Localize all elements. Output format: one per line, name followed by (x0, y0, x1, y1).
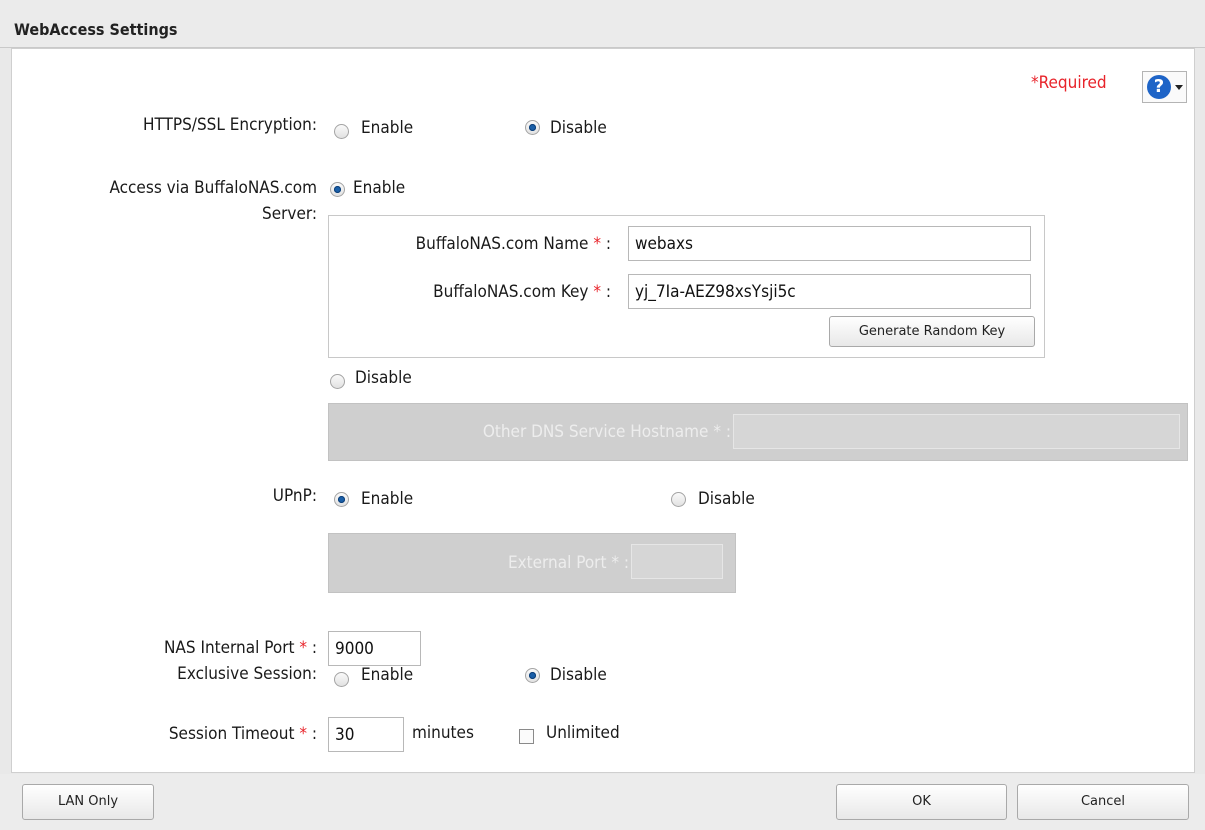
external-port-label: External Port * : (507, 553, 629, 573)
other-dns-label: Other DNS Service Hostname * : (482, 422, 731, 442)
https-disable-radio[interactable] (525, 120, 540, 135)
buffalo-disable-label: Disable (355, 368, 412, 388)
upnp-label: UPnP: (272, 486, 317, 506)
nas-port-label: NAS Internal Port * : (163, 638, 317, 658)
unlimited-label: Unlimited (546, 723, 620, 743)
dialog-titlebar: WebAccess Settings (0, 0, 1205, 48)
buffalo-label-line2: Server: (261, 204, 317, 224)
external-port-input[interactable] (631, 544, 723, 579)
buffalo-enable-label: Enable (353, 178, 406, 198)
other-dns-input[interactable] (733, 414, 1180, 449)
exclusive-session-label: Exclusive Session: (177, 664, 317, 684)
external-port-panel: External Port * : (328, 533, 736, 593)
help-icon: ? (1147, 75, 1171, 99)
buffalo-enable-radio[interactable] (330, 182, 345, 197)
session-timeout-input[interactable] (328, 717, 404, 752)
unlimited-checkbox[interactable] (519, 729, 534, 744)
ok-button[interactable]: OK (836, 784, 1007, 820)
https-disable-label: Disable (550, 118, 607, 138)
upnp-enable-radio[interactable] (334, 492, 349, 507)
required-note: *Required (1031, 73, 1107, 93)
buffalo-settings-box: BuffaloNAS.com Name * : BuffaloNAS.com K… (328, 215, 1045, 358)
session-timeout-label: Session Timeout * : (168, 724, 317, 744)
session-timeout-unit: minutes (412, 723, 474, 743)
help-button[interactable]: ? (1142, 71, 1187, 103)
https-enable-label: Enable (361, 118, 414, 138)
chevron-down-icon (1175, 85, 1183, 90)
cancel-button[interactable]: Cancel (1017, 784, 1189, 820)
upnp-enable-label: Enable (361, 489, 414, 509)
exclusive-enable-label: Enable (361, 665, 414, 685)
https-label: HTTPS/SSL Encryption: (142, 115, 317, 135)
buffalo-key-input[interactable] (628, 274, 1031, 309)
dialog-title: WebAccess Settings (14, 20, 178, 39)
exclusive-enable-radio[interactable] (334, 672, 349, 687)
https-enable-radio[interactable] (334, 124, 349, 139)
buffalo-disable-radio[interactable] (330, 374, 345, 389)
nas-port-input[interactable] (328, 631, 421, 666)
buffalo-label-line1: Access via BuffaloNAS.com (109, 178, 317, 198)
buffalo-key-label: BuffaloNAS.com Key * : (433, 282, 611, 302)
buffalo-name-label: BuffaloNAS.com Name * : (415, 234, 611, 254)
settings-panel: *Required ? HTTPS/SSL Encryption: Enable… (11, 48, 1195, 773)
dialog-footer: LAN Only OK Cancel (0, 774, 1205, 830)
upnp-disable-label: Disable (698, 489, 755, 509)
buffalo-name-input[interactable] (628, 226, 1031, 261)
other-dns-panel: Other DNS Service Hostname * : (328, 403, 1188, 461)
exclusive-disable-radio[interactable] (525, 668, 540, 683)
lan-only-button[interactable]: LAN Only (22, 784, 154, 820)
upnp-disable-radio[interactable] (671, 492, 686, 507)
generate-random-key-button[interactable]: Generate Random Key (829, 316, 1035, 347)
exclusive-disable-label: Disable (550, 665, 607, 685)
